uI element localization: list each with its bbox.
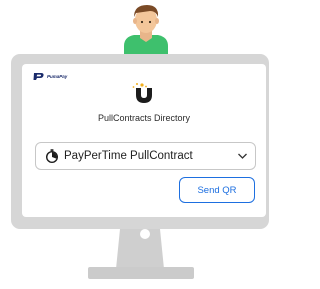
selected-contract-label: PayPerTime PullContract xyxy=(64,150,193,162)
stopwatch-icon xyxy=(46,149,58,163)
send-qr-button[interactable]: Send QR xyxy=(179,177,255,203)
monitor-power-indicator xyxy=(140,229,150,239)
brand-name: PumaPay xyxy=(47,74,68,79)
magnet-icon xyxy=(132,83,152,103)
chevron-down-icon[interactable] xyxy=(237,151,248,161)
person-illustration xyxy=(124,5,168,58)
brand-logo: PumaPay xyxy=(33,72,67,81)
pumapay-logo-icon xyxy=(33,73,44,80)
page-title: PullContracts Directory xyxy=(97,113,191,123)
contract-type-select[interactable]: PayPerTime PullContract xyxy=(35,142,256,170)
monitor-stand xyxy=(88,229,194,279)
